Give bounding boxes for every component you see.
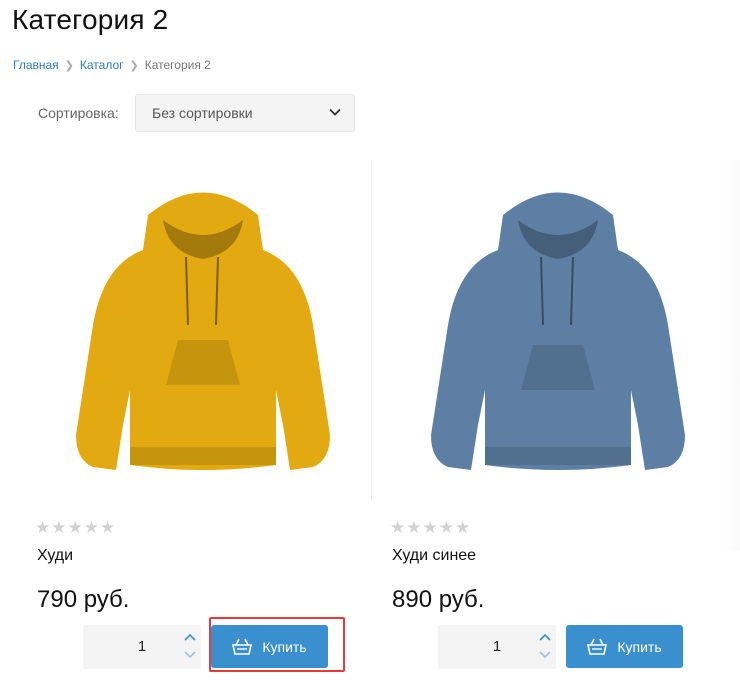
sort-label: Сортировка: — [38, 105, 119, 121]
rating-stars[interactable]: ★ ★ ★ ★ ★ — [390, 519, 470, 536]
quantity-stepper[interactable]: 1 — [83, 625, 201, 669]
chevron-down-icon[interactable] — [538, 649, 552, 661]
chevron-up-icon[interactable] — [183, 631, 197, 643]
hoodie-image-yellow — [75, 192, 330, 470]
star-icon[interactable]: ★ — [390, 519, 405, 536]
chevron-up-icon[interactable] — [538, 631, 552, 643]
star-icon[interactable]: ★ — [68, 519, 83, 536]
chevron-down-icon[interactable] — [183, 649, 197, 661]
chevron-down-icon — [329, 108, 341, 116]
star-icon[interactable]: ★ — [35, 519, 50, 536]
breadcrumb-catalog-link[interactable]: Каталог — [80, 58, 124, 72]
chevron-right-icon: ❯ — [129, 59, 139, 72]
product-divider — [371, 160, 372, 500]
breadcrumb-current: Категория 2 — [144, 58, 211, 72]
basket-icon — [587, 638, 608, 655]
buy-button[interactable]: Купить — [211, 625, 328, 668]
buy-button-label: Купить — [617, 638, 662, 655]
product-price: 890 руб. — [392, 586, 485, 613]
sort-select[interactable]: Без сортировки — [135, 94, 355, 132]
page-title: Категория 2 — [12, 4, 169, 35]
product-card: ★ ★ ★ ★ ★ Худи синее 890 руб. 1 Купить — [390, 160, 725, 680]
basket-icon — [232, 638, 253, 655]
buy-button[interactable]: Купить — [566, 625, 683, 668]
sort-selected-value: Без сортировки — [152, 105, 253, 121]
chevron-right-icon: ❯ — [64, 59, 74, 72]
product-image[interactable] — [390, 160, 725, 500]
star-icon[interactable]: ★ — [423, 519, 438, 536]
hoodie-image-blue — [430, 192, 685, 470]
star-icon[interactable]: ★ — [100, 519, 115, 536]
star-icon[interactable]: ★ — [84, 519, 99, 536]
buy-button-label: Купить — [262, 638, 307, 655]
product-name[interactable]: Худи синее — [392, 547, 476, 565]
product-name[interactable]: Худи — [37, 547, 73, 565]
star-icon[interactable]: ★ — [406, 519, 421, 536]
rating-stars[interactable]: ★ ★ ★ ★ ★ — [35, 519, 115, 536]
star-icon[interactable]: ★ — [51, 519, 66, 536]
breadcrumb-home-link[interactable]: Главная — [13, 58, 59, 72]
product-price: 790 руб. — [37, 586, 130, 613]
quantity-stepper[interactable]: 1 — [438, 625, 556, 669]
star-icon[interactable]: ★ — [455, 519, 470, 536]
breadcrumb: Главная ❯ Каталог ❯ Категория 2 — [13, 58, 211, 72]
next-card-edge — [722, 160, 740, 550]
star-icon[interactable]: ★ — [439, 519, 454, 536]
product-image[interactable] — [35, 160, 370, 500]
product-card: ★ ★ ★ ★ ★ Худи 790 руб. 1 Купить — [35, 160, 370, 680]
